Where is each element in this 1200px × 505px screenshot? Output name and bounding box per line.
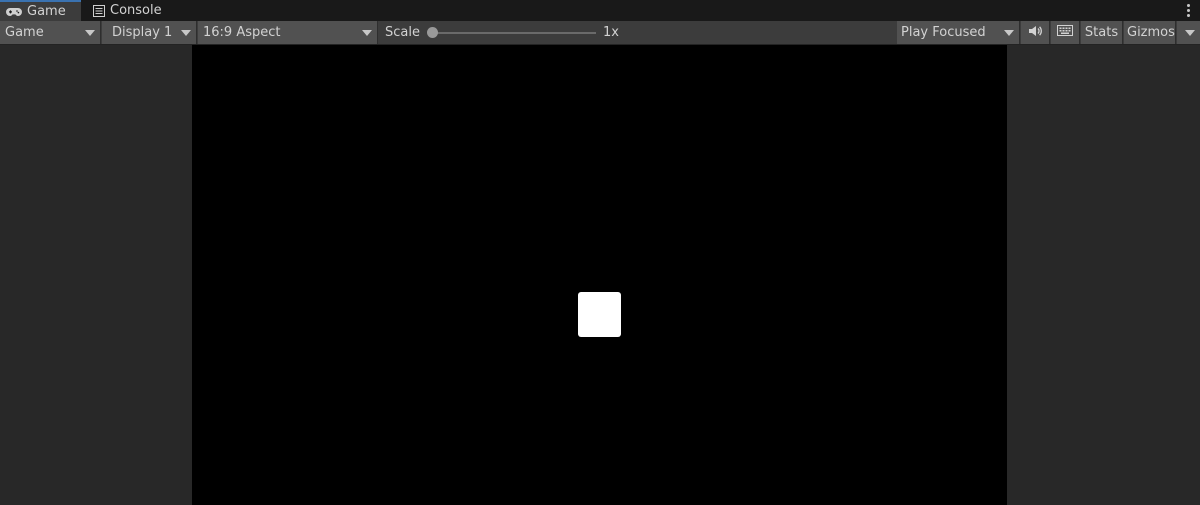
mute-audio-button[interactable] xyxy=(1021,21,1050,44)
scale-value: 1x xyxy=(603,25,619,40)
speaker-icon xyxy=(1028,25,1042,41)
tab-game-label: Game xyxy=(27,4,66,19)
chevron-down-icon xyxy=(181,30,191,36)
scale-slider-thumb[interactable] xyxy=(427,27,438,38)
chevron-down-icon xyxy=(1185,30,1195,36)
gizmos-button[interactable]: Gizmos xyxy=(1124,21,1176,44)
play-mode-dropdown[interactable]: Play Focused xyxy=(897,21,1020,44)
scale-label: Scale xyxy=(385,25,420,40)
keyboard-icon xyxy=(1057,25,1073,40)
chevron-down-icon xyxy=(85,30,95,36)
tab-console-label: Console xyxy=(110,3,162,18)
more-options-icon[interactable] xyxy=(1182,2,1194,19)
game-toolbar: Game Display 1 16:9 Aspect Scale 1x Play… xyxy=(0,21,1200,45)
gamepad-icon xyxy=(6,7,22,17)
stats-button[interactable]: Stats xyxy=(1081,21,1123,44)
game-view-render[interactable] xyxy=(192,45,1007,505)
white-cube xyxy=(578,292,621,337)
scale-control: Scale 1x xyxy=(379,21,897,44)
tab-console[interactable]: Console xyxy=(87,0,177,21)
play-mode-label: Play Focused xyxy=(901,25,986,40)
chevron-down-icon xyxy=(362,30,372,36)
aspect-select-label: 16:9 Aspect xyxy=(203,25,281,40)
view-select-label: Game xyxy=(5,25,44,40)
tab-bar: Game Console xyxy=(0,0,1200,21)
display-select-label: Display 1 xyxy=(112,25,173,40)
tab-game[interactable]: Game xyxy=(0,0,81,21)
chevron-down-icon xyxy=(1004,30,1014,36)
scale-slider-track[interactable] xyxy=(434,32,596,34)
display-select-dropdown[interactable]: Display 1 xyxy=(102,21,197,44)
keyboard-shortcuts-button[interactable] xyxy=(1051,21,1080,44)
gizmos-label: Gizmos xyxy=(1127,25,1175,40)
view-select-dropdown[interactable]: Game xyxy=(0,21,101,44)
stats-label: Stats xyxy=(1084,25,1119,40)
aspect-select-dropdown[interactable]: 16:9 Aspect xyxy=(198,21,378,44)
gizmos-dropdown[interactable] xyxy=(1177,21,1200,44)
console-icon xyxy=(93,4,105,17)
